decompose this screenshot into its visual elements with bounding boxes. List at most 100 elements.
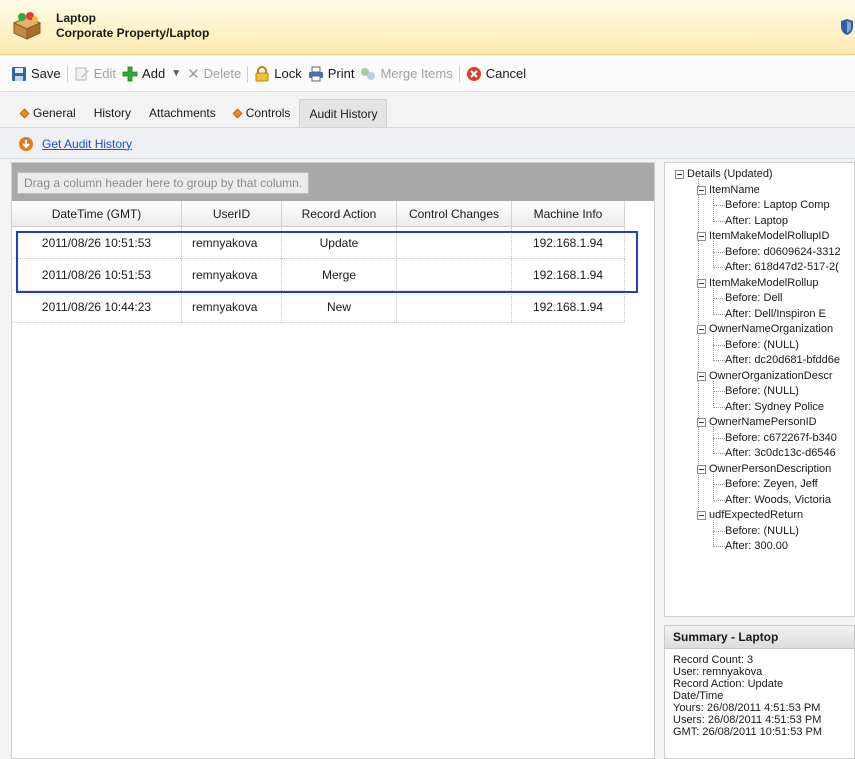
tree-field-node[interactable]: OwnerPersonDescription xyxy=(697,462,831,477)
grid-rows: 2011/08/26 10:51:53 remnyakova Update 19… xyxy=(12,227,625,323)
summary-line: Users: 26/08/2011 4:51:53 PM xyxy=(673,714,822,726)
download-icon xyxy=(19,136,33,151)
tree-after-value: After: 300.00 xyxy=(725,539,788,554)
tree-field-node[interactable]: ItemName xyxy=(697,183,760,198)
cancel-button[interactable]: Cancel xyxy=(466,66,526,82)
tree-node-label: After: Sydney Police xyxy=(725,400,825,413)
tree-field-node[interactable]: OwnerNameOrganization xyxy=(697,322,833,337)
lock-button[interactable]: Lock xyxy=(254,65,302,82)
tree-node-label: After: 618d47d2-517-2( xyxy=(725,261,839,273)
collapse-toggle-icon[interactable] xyxy=(697,325,706,334)
tab-audit-history[interactable]: Audit History xyxy=(299,99,388,127)
column-header-machine-info[interactable]: Machine Info xyxy=(512,201,625,227)
table-row[interactable]: 2011/08/26 10:44:23 remnyakova New 192.1… xyxy=(12,291,625,323)
summary-title: Summary - Laptop xyxy=(664,625,855,649)
collapse-toggle-icon[interactable] xyxy=(697,464,706,474)
table-row[interactable]: 2011/08/26 10:51:53 remnyakova Update 19… xyxy=(12,227,625,259)
tree-node-label: OwnerPersonDescription xyxy=(709,462,832,475)
summary-line: Yours: 26/08/2011 4:51:53 PM xyxy=(673,702,821,714)
column-header-userid[interactable]: UserID xyxy=(182,201,282,227)
column-header-datetime[interactable]: DateTime (GMT) xyxy=(12,201,182,227)
tree-connector xyxy=(713,437,725,439)
tree-node-label: After: Laptop xyxy=(725,214,788,227)
tree-node-label: udfExpectedReturn xyxy=(709,509,804,521)
tree-after-value: After: Sydney Police xyxy=(725,400,824,415)
tree-node-label: ItemName xyxy=(709,183,760,196)
get-audit-history-link[interactable]: Get Audit History xyxy=(42,137,132,151)
collapse-toggle-icon[interactable] xyxy=(697,418,706,427)
tree-node-label: Before: d0609624-3312 xyxy=(725,245,841,258)
collapse-toggle-icon[interactable] xyxy=(697,278,706,288)
summary-line: Record Count: 3 xyxy=(673,654,754,666)
collapse-toggle-icon[interactable] xyxy=(675,170,684,179)
tab-history[interactable]: History xyxy=(85,99,140,127)
print-button[interactable]: Print xyxy=(308,66,354,82)
diamond-marker-icon xyxy=(19,108,30,118)
shield-icon xyxy=(840,18,854,39)
tab-label: Audit History xyxy=(309,106,378,121)
edit-button[interactable]: Edit xyxy=(74,66,116,82)
tree-field-node[interactable]: OwnerOrganizationDescr xyxy=(697,369,833,384)
merge-items-button[interactable]: Merge Items xyxy=(360,66,453,82)
package-icon xyxy=(10,11,44,44)
tree-connector xyxy=(713,334,714,361)
toolbar-divider xyxy=(66,65,68,82)
lock-label: Lock xyxy=(274,66,302,81)
cell-control-changes xyxy=(397,259,512,291)
tree-node-label: Before: Laptop Comp xyxy=(725,199,830,211)
tree-before-value: Before: (NULL) xyxy=(725,384,799,399)
table-row[interactable]: 2011/08/26 10:51:53 remnyakova Merge 192… xyxy=(12,259,625,291)
tree-connector xyxy=(713,484,725,485)
tree-field-node[interactable]: ItemMakeModelRollupID xyxy=(697,229,829,244)
group-by-hint: Drag a column header here to group by th… xyxy=(17,172,310,194)
tree-connector xyxy=(713,251,725,253)
add-button[interactable]: Add ▼ xyxy=(122,66,181,82)
column-header-control-changes[interactable]: Control Changes xyxy=(397,201,512,227)
tab-label: History xyxy=(93,106,132,120)
tree-node-label: Before: Dell xyxy=(725,292,783,304)
action-toolbar: Save Edit Add ▼ ✕ Delete Lock Print Merg… xyxy=(0,56,855,92)
group-by-panel[interactable]: Drag a column header here to group by th… xyxy=(12,163,654,201)
tree-node-label: After: Woods, Victoria xyxy=(725,493,831,506)
column-header-record-action[interactable]: Record Action xyxy=(282,201,397,227)
lock-icon xyxy=(255,65,269,81)
tab-general[interactable]: General xyxy=(12,99,85,127)
tree-after-value: After: 618d47d2-517-2( xyxy=(725,260,839,275)
save-label: Save xyxy=(31,66,61,81)
tab-label: Attachments xyxy=(149,106,216,120)
audit-toolbar: Get Audit History xyxy=(0,129,855,159)
cell-userid: remnyakova xyxy=(182,227,282,259)
collapse-toggle-icon[interactable] xyxy=(697,371,706,381)
cell-userid: remnyakova xyxy=(182,291,282,323)
tree-before-value: Before: Dell xyxy=(725,291,782,306)
tree-before-value: Before: Zeyen, Jeff xyxy=(725,477,818,492)
collapse-toggle-icon[interactable] xyxy=(697,232,706,241)
details-tree: Details (Updated) ItemName Before: Laptop … xyxy=(664,162,855,617)
tree-connector xyxy=(713,298,725,299)
delete-label: Delete xyxy=(203,66,242,81)
record-header: Laptop Corporate Property/Laptop xyxy=(0,0,855,55)
tree-node-label: Before: (NULL) xyxy=(725,524,799,537)
tree-connector xyxy=(713,267,725,268)
tree-connector xyxy=(713,194,714,222)
collapse-toggle-icon[interactable] xyxy=(697,511,706,520)
tree-after-value: After: Laptop xyxy=(725,214,788,229)
tab-attachments[interactable]: Attachments xyxy=(140,99,225,127)
tree-after-value: After: Dell/Inspiron E xyxy=(725,307,826,322)
tree-node-label: OwnerNamePersonID xyxy=(709,416,817,428)
tree-node-label: After: dc20d681-bfdd6e xyxy=(725,354,840,366)
save-button[interactable]: Save xyxy=(11,66,61,82)
tab-controls[interactable]: Controls xyxy=(225,99,300,127)
collapse-toggle-icon[interactable] xyxy=(697,185,706,195)
tree-node-label: Before: Zeyen, Jeff xyxy=(725,478,818,490)
cell-datetime: 2011/08/26 10:44:23 xyxy=(12,291,182,323)
tree-connector xyxy=(713,530,725,532)
tree-root[interactable]: Details (Updated) xyxy=(675,167,773,182)
cell-record-action: Merge xyxy=(282,259,397,291)
delete-button[interactable]: ✕ Delete xyxy=(187,65,241,83)
tree-field-node[interactable]: ItemMakeModelRollup xyxy=(697,276,818,291)
chevron-down-icon[interactable]: ▼ xyxy=(171,68,181,79)
record-title: Laptop xyxy=(56,11,96,25)
tree-connector xyxy=(713,546,725,547)
tree-field-node[interactable]: OwnerNamePersonID xyxy=(697,415,817,430)
